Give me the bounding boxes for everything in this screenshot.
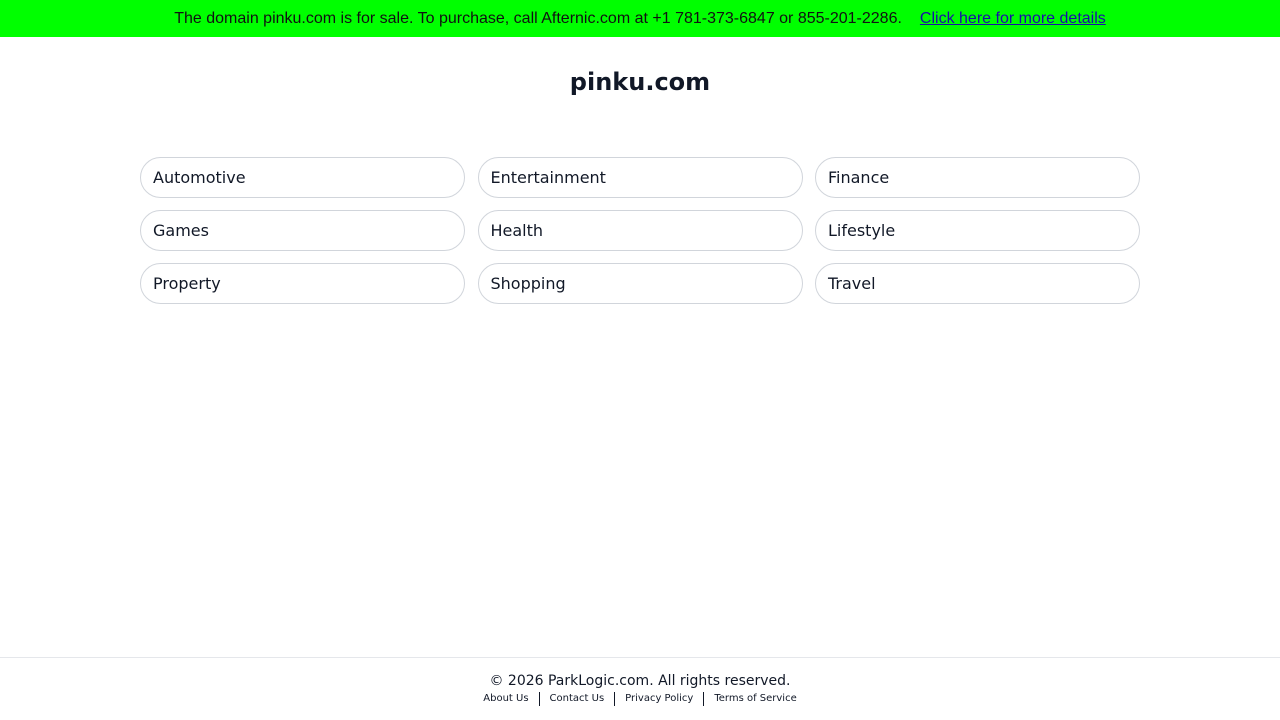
category-grid: Automotive Entertainment Finance Games H…: [140, 157, 1140, 304]
about-us-link[interactable]: About Us: [473, 692, 538, 706]
sale-banner-text: The domain pinku.com is for sale. To pur…: [174, 9, 902, 27]
footer: © 2026 ParkLogic.com. All rights reserve…: [0, 657, 1280, 720]
category-lifestyle[interactable]: Lifestyle: [815, 210, 1140, 251]
site-title: pinku.com: [569, 68, 711, 96]
terms-of-service-link[interactable]: Terms of Service: [704, 692, 806, 706]
copyright-text: © 2026 ParkLogic.com. All rights reserve…: [489, 673, 791, 689]
category-shopping[interactable]: Shopping: [477, 263, 803, 304]
privacy-policy-link[interactable]: Privacy Policy: [615, 692, 703, 706]
contact-us-link[interactable]: Contact Us: [540, 692, 615, 706]
category-property[interactable]: Property: [140, 263, 465, 304]
category-automotive[interactable]: Automotive: [140, 157, 465, 198]
more-details-link[interactable]: Click here for more details: [920, 10, 1106, 28]
category-finance[interactable]: Finance: [815, 157, 1140, 198]
category-games[interactable]: Games: [140, 210, 465, 251]
sale-banner: The domain pinku.com is for sale. To pur…: [0, 0, 1280, 37]
category-travel[interactable]: Travel: [815, 263, 1140, 304]
footer-links: About Us Contact Us Privacy Policy Terms…: [0, 692, 1280, 706]
category-health[interactable]: Health: [477, 210, 803, 251]
category-entertainment[interactable]: Entertainment: [477, 157, 803, 198]
